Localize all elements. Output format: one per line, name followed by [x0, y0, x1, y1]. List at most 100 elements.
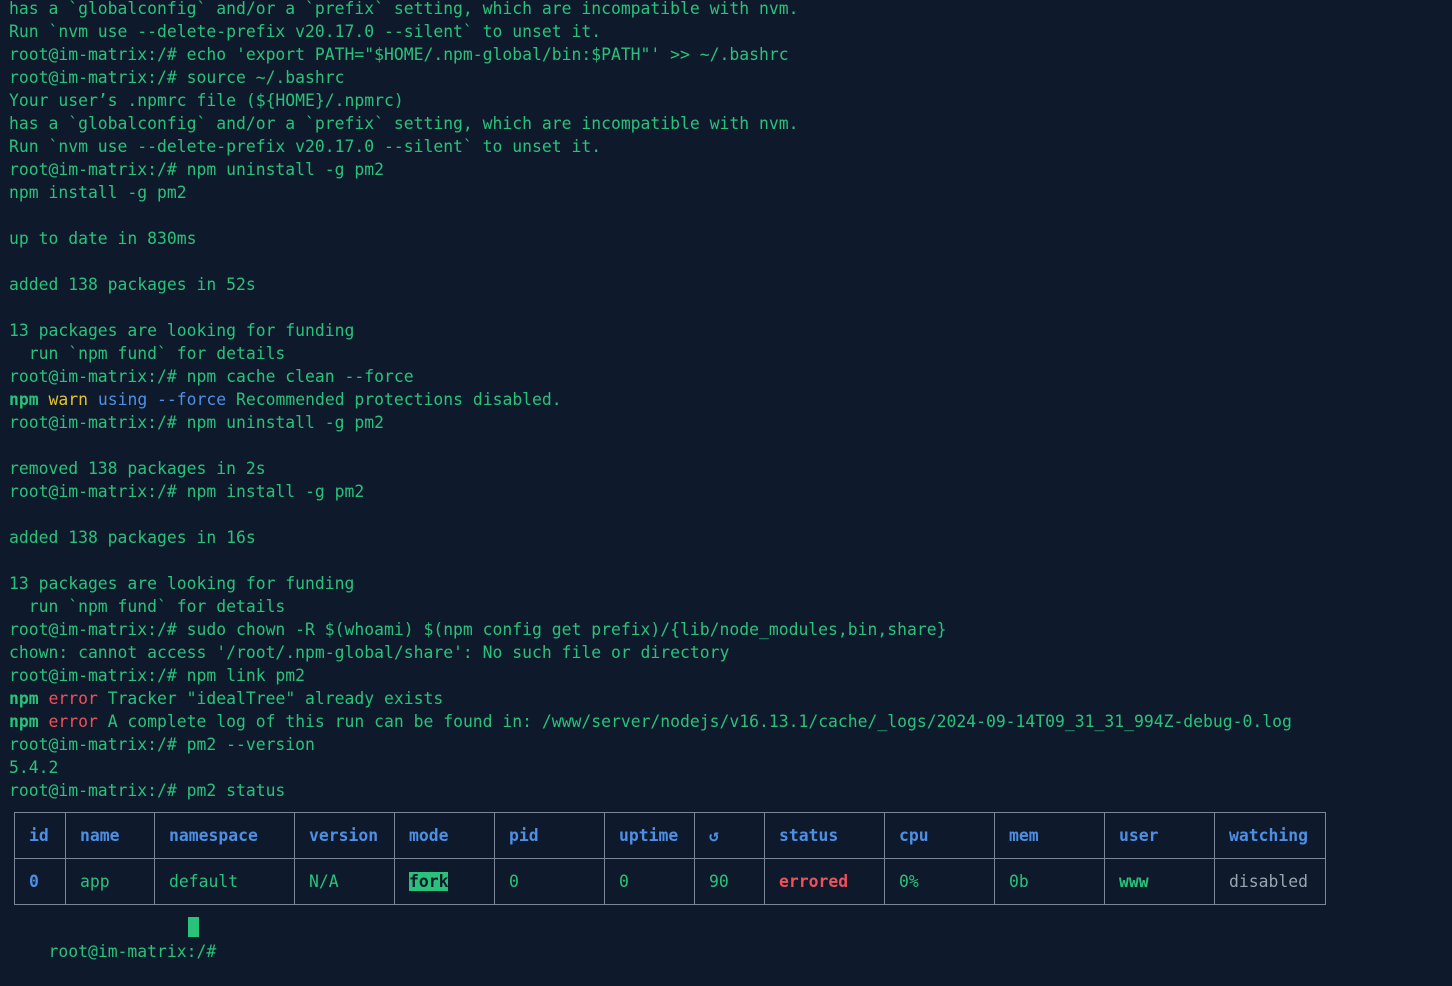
line-segment: [39, 689, 49, 708]
cell-namespace: default: [154, 858, 295, 905]
terminal-line: added 138 packages in 52s: [9, 273, 256, 296]
line-segment: 13 packages are looking for funding: [9, 574, 355, 593]
cell-mem: 0b: [994, 858, 1105, 905]
terminal-line: 13 packages are looking for funding: [9, 319, 354, 342]
line-segment: root@im-matrix:/# source ~/.bashrc: [9, 68, 345, 87]
terminal-line: has a `globalconfig` and/or a `prefix` s…: [9, 0, 798, 20]
line-segment: Run `nvm use --delete-prefix v20.17.0 --…: [9, 137, 602, 156]
line-segment: root@im-matrix:/# npm link pm2: [9, 666, 306, 685]
line-segment: root@im-matrix:/# npm uninstall -g pm2: [9, 413, 384, 432]
terminal-line: root@im-matrix:/# npm link pm2: [9, 664, 305, 687]
terminal-line: root@im-matrix:/# sudo chown -R $(whoami…: [9, 618, 946, 641]
cell-uptime: 0: [604, 858, 695, 905]
table-header-row: id name namespace version mode pid uptim…: [14, 812, 1326, 859]
line-segment: root@im-matrix:/# sudo chown -R $(whoami…: [9, 620, 947, 639]
terminal-line: npm install -g pm2: [9, 181, 187, 204]
cell-status: errored: [764, 858, 885, 905]
line-segment: root@im-matrix:/# npm cache clean --forc…: [9, 367, 414, 386]
header-uptime: uptime: [604, 812, 695, 859]
cell-pid: 0: [494, 858, 605, 905]
line-segment: npm: [9, 390, 39, 409]
terminal-line: has a `globalconfig` and/or a `prefix` s…: [9, 112, 798, 135]
terminal-line: root@im-matrix:/# echo 'export PATH="$HO…: [9, 43, 789, 66]
header-user: user: [1104, 812, 1215, 859]
line-segment: up to date in 830ms: [9, 229, 197, 248]
terminal-line: root@im-matrix:/# pm2 --version: [9, 733, 315, 756]
terminal-line: root@im-matrix:/# pm2 status: [9, 779, 285, 802]
line-segment: A complete log of this run can be found …: [97, 712, 1292, 731]
line-segment: has a `globalconfig` and/or a `prefix` s…: [9, 114, 799, 133]
line-segment: using --force: [97, 390, 227, 409]
cell-id: 0: [14, 858, 66, 905]
cell-user: www: [1104, 858, 1215, 905]
terminal-line: npm warn using --force Recommended prote…: [9, 388, 562, 411]
line-segment: run `npm fund` for details: [9, 344, 286, 363]
cell-restarts: 90: [694, 858, 765, 905]
mode-badge: fork: [409, 872, 449, 891]
header-watching: watching: [1214, 812, 1326, 859]
line-segment: Run `nvm use --delete-prefix v20.17.0 --…: [9, 22, 602, 41]
line-segment: error: [48, 689, 98, 708]
header-status: status: [764, 812, 885, 859]
line-segment: root@im-matrix:/# echo 'export PATH="$HO…: [9, 45, 789, 64]
table-row: 0 app default N/A fork 0 0 90 errored 0%…: [14, 858, 1326, 905]
line-segment: added 138 packages in 16s: [9, 528, 256, 547]
terminal-line: removed 138 packages in 2s: [9, 457, 266, 480]
terminal-line: run `npm fund` for details: [9, 595, 286, 618]
line-segment: [39, 390, 49, 409]
terminal-line: 13 packages are looking for funding: [9, 572, 354, 595]
cell-version: N/A: [294, 858, 395, 905]
header-mem: mem: [994, 812, 1105, 859]
prompt-text: root@im-matrix:/#: [48, 942, 227, 961]
text-cursor: [188, 917, 199, 937]
cell-mode: fork: [394, 858, 495, 905]
terminal-line: root@im-matrix:/# npm cache clean --forc…: [9, 365, 414, 388]
terminal-line: root@im-matrix:/# npm install -g pm2: [9, 480, 364, 503]
line-segment: 13 packages are looking for funding: [9, 321, 355, 340]
terminal-line: root@im-matrix:/# npm uninstall -g pm2: [9, 158, 384, 181]
terminal-line: Run `nvm use --delete-prefix v20.17.0 --…: [9, 135, 601, 158]
header-restarts-icon: ↺: [694, 812, 765, 859]
terminal-line: added 138 packages in 16s: [9, 526, 256, 549]
line-segment: root@im-matrix:/# npm uninstall -g pm2: [9, 160, 384, 179]
terminal-line: run `npm fund` for details: [9, 342, 286, 365]
cell-cpu: 0%: [884, 858, 995, 905]
line-segment: npm install -g pm2: [9, 183, 187, 202]
cell-name: app: [65, 858, 155, 905]
terminal-line: root@im-matrix:/# npm uninstall -g pm2: [9, 411, 384, 434]
header-pid: pid: [494, 812, 605, 859]
line-segment: npm: [9, 689, 39, 708]
terminal-line: up to date in 830ms: [9, 227, 197, 250]
terminal-line: 5.4.2: [9, 756, 58, 779]
header-id: id: [14, 812, 66, 859]
line-segment: root@im-matrix:/# npm install -g pm2: [9, 482, 365, 501]
line-segment: added 138 packages in 52s: [9, 275, 256, 294]
terminal-line: npm error Tracker "idealTree" already ex…: [9, 687, 443, 710]
header-mode: mode: [394, 812, 495, 859]
line-segment: warn: [48, 390, 88, 409]
cell-watching: disabled: [1214, 858, 1326, 905]
header-namespace: namespace: [154, 812, 295, 859]
terminal-window[interactable]: has a `globalconfig` and/or a `prefix` s…: [0, 0, 1452, 961]
line-segment: [39, 712, 49, 731]
line-segment: root@im-matrix:/# pm2 status: [9, 781, 286, 800]
line-segment: Recommended protections disabled.: [226, 390, 562, 409]
line-segment: run `npm fund` for details: [9, 597, 286, 616]
header-version: version: [294, 812, 395, 859]
terminal-line: Your user’s .npmrc file (${HOME}/.npmrc): [9, 89, 404, 112]
terminal-line: chown: cannot access '/root/.npm-global/…: [9, 641, 729, 664]
line-segment: Tracker "idealTree" already exists: [97, 689, 444, 708]
line-segment: Your user’s .npmrc file (${HOME}/.npmrc): [9, 91, 404, 110]
line-segment: chown: cannot access '/root/.npm-global/…: [9, 643, 730, 662]
terminal-line: npm error A complete log of this run can…: [9, 710, 1292, 733]
line-segment: [88, 390, 98, 409]
line-segment: 5.4.2: [9, 758, 59, 777]
terminal-line: root@im-matrix:/# source ~/.bashrc: [9, 66, 345, 89]
line-segment: has a `globalconfig` and/or a `prefix` s…: [9, 0, 799, 18]
header-name: name: [65, 812, 155, 859]
line-segment: root@im-matrix:/# pm2 --version: [9, 735, 315, 754]
line-segment: npm: [9, 712, 39, 731]
pm2-status-table: id name namespace version mode pid uptim…: [14, 812, 1326, 905]
line-segment: error: [48, 712, 98, 731]
terminal-line: Run `nvm use --delete-prefix v20.17.0 --…: [9, 20, 601, 43]
